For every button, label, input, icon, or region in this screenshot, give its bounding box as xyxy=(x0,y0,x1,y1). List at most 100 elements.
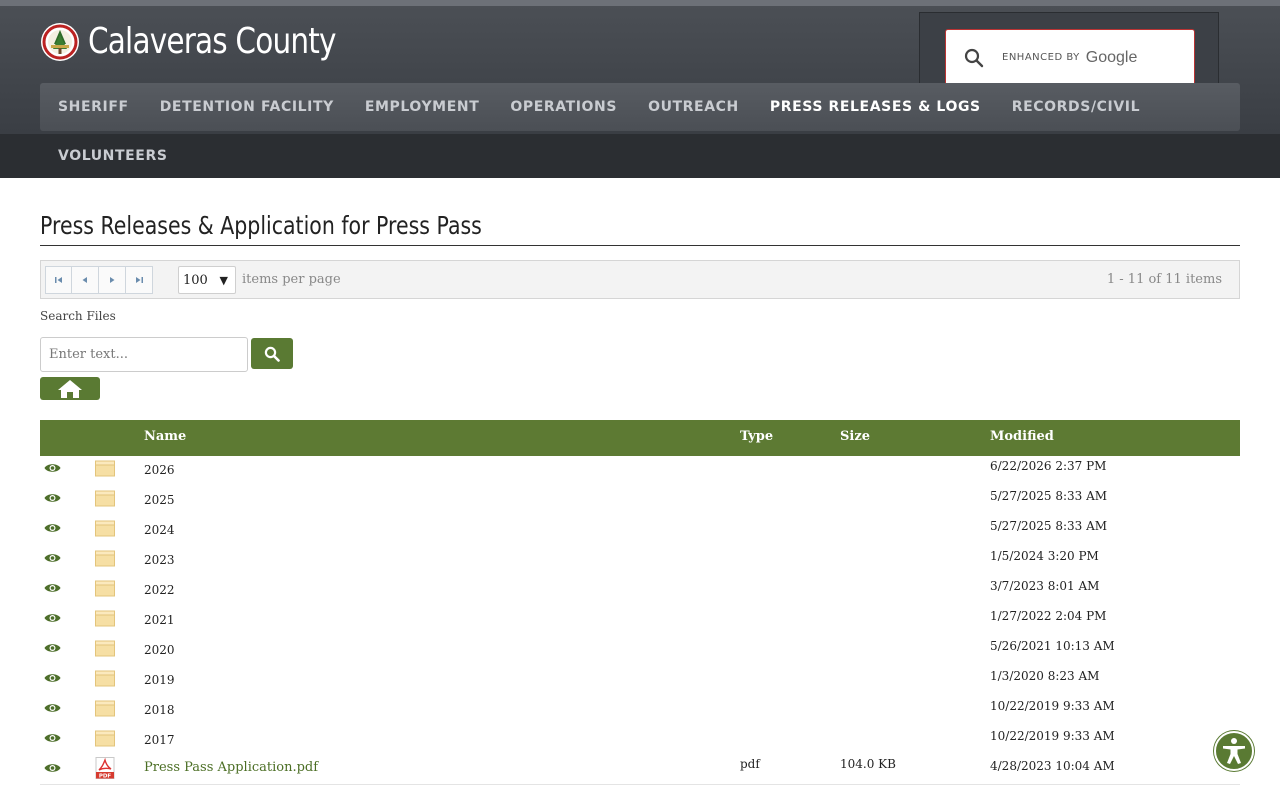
file-type-icon xyxy=(95,459,115,482)
eye-icon xyxy=(44,674,61,682)
nav-item-volunteers[interactable]: VOLUNTEERS xyxy=(58,148,168,164)
folder-icon xyxy=(95,550,115,567)
accessibility-button[interactable] xyxy=(1214,731,1254,771)
home-folder-button[interactable] xyxy=(40,377,100,400)
file-modified: 5/27/2025 8:33 AM xyxy=(990,519,1108,533)
file-name[interactable]: 2021 xyxy=(144,613,175,627)
last-page-icon xyxy=(136,277,143,283)
folder-icon xyxy=(95,730,115,747)
table-row[interactable]: 2024 5/27/2025 8:33 AM xyxy=(40,515,1240,545)
table-row[interactable]: 2022 3/7/2023 8:01 AM xyxy=(40,575,1240,605)
site-name: Calaveras County xyxy=(88,21,336,62)
view-button[interactable] xyxy=(44,701,61,719)
file-modified: 10/22/2019 9:33 AM xyxy=(990,729,1115,743)
view-button[interactable] xyxy=(44,641,61,659)
page-title-text: Press Releases & Application for Press P… xyxy=(40,211,482,240)
column-header-modified[interactable]: Modified xyxy=(990,429,1054,444)
view-button[interactable] xyxy=(44,731,61,749)
search-files-input[interactable] xyxy=(40,337,248,372)
file-modified: 1/5/2024 3:20 PM xyxy=(990,549,1099,563)
eye-icon xyxy=(44,614,61,622)
column-header-size[interactable]: Size xyxy=(840,429,870,444)
view-button[interactable] xyxy=(44,461,61,479)
file-modified: 6/22/2026 2:37 PM xyxy=(990,459,1107,473)
folder-icon xyxy=(95,490,115,507)
file-type-icon xyxy=(95,669,115,692)
table-row[interactable]: 2017 10/22/2019 9:33 AM xyxy=(40,725,1240,755)
eye-icon xyxy=(44,584,61,592)
last-page-button[interactable] xyxy=(126,266,153,294)
page-title: Press Releases & Application for Press P… xyxy=(40,208,1240,246)
file-name[interactable]: 2020 xyxy=(144,643,175,657)
nav-item-outreach[interactable]: OUTREACH xyxy=(648,99,739,115)
eye-icon xyxy=(44,464,61,472)
first-page-button[interactable] xyxy=(45,266,72,294)
google-search-container: enhanced by Google xyxy=(919,12,1219,85)
file-type-icon xyxy=(95,549,115,572)
svg-text:PDF: PDF xyxy=(99,774,112,780)
file-type-icon xyxy=(95,699,115,722)
file-modified: 5/26/2021 10:13 AM xyxy=(990,639,1115,653)
file-modified: 1/3/2020 8:23 AM xyxy=(990,669,1100,683)
view-button[interactable] xyxy=(44,581,61,599)
site-header: Calaveras County enhanced by Google SHER… xyxy=(0,0,1280,134)
file-name[interactable]: 2018 xyxy=(144,703,175,717)
nav-item-records-civil[interactable]: RECORDS/CIVIL xyxy=(1012,99,1140,115)
nav-item-sheriff[interactable]: SHERIFF xyxy=(58,99,129,115)
view-button[interactable] xyxy=(44,491,61,509)
file-modified: 5/27/2025 8:33 AM xyxy=(990,489,1108,503)
table-row[interactable]: 2021 1/27/2022 2:04 PM xyxy=(40,605,1240,635)
nav-item-operations[interactable]: OPERATIONS xyxy=(510,99,617,115)
nav-item-press-releases-logs[interactable]: PRESS RELEASES & LOGS xyxy=(770,99,981,115)
file-name[interactable]: 2022 xyxy=(144,583,175,597)
pdf-file-icon: PDF xyxy=(95,757,115,780)
file-modified: 4/28/2023 10:04 AM xyxy=(990,759,1115,773)
table-row[interactable]: PDF Press Pass Application.pdf pdf 104.0 KB… xyxy=(40,755,1240,785)
site-logo[interactable]: Calaveras County xyxy=(40,22,390,62)
folder-icon xyxy=(95,580,115,597)
table-row[interactable]: 2023 1/5/2024 3:20 PM xyxy=(40,545,1240,575)
next-page-button[interactable] xyxy=(99,266,126,294)
table-row[interactable]: 2018 10/22/2019 9:33 AM xyxy=(40,695,1240,725)
eye-icon xyxy=(44,554,61,562)
view-button[interactable] xyxy=(44,611,61,629)
table-row[interactable]: 2020 5/26/2021 10:13 AM xyxy=(40,635,1240,665)
table-row[interactable]: 2025 5/27/2025 8:33 AM xyxy=(40,485,1240,515)
table-row[interactable]: 2019 1/3/2020 8:23 AM xyxy=(40,665,1240,695)
search-icon xyxy=(264,346,280,362)
eye-icon xyxy=(44,524,61,532)
nav-item-employment[interactable]: EMPLOYMENT xyxy=(365,99,479,115)
next-page-icon xyxy=(110,277,115,283)
file-name[interactable]: 2026 xyxy=(144,463,175,477)
search-files-button[interactable] xyxy=(251,338,293,369)
items-per-page-value: 100 xyxy=(183,273,208,288)
file-name[interactable]: 2024 xyxy=(144,523,175,537)
view-button[interactable] xyxy=(44,521,61,539)
file-name[interactable]: 2019 xyxy=(144,673,175,687)
file-name[interactable]: 2023 xyxy=(144,553,175,567)
view-button[interactable] xyxy=(44,551,61,569)
file-type-icon xyxy=(95,579,115,602)
items-per-page-label: items per page xyxy=(242,272,341,287)
file-name[interactable]: 2025 xyxy=(144,493,175,507)
column-header-name[interactable]: Name xyxy=(144,429,186,444)
file-type-icon xyxy=(95,729,115,752)
folder-icon xyxy=(95,700,115,717)
enhanced-by-label: enhanced by xyxy=(1002,52,1080,63)
table-row[interactable]: 2026 6/22/2026 2:37 PM xyxy=(40,455,1240,485)
file-type-icon xyxy=(95,489,115,512)
column-header-type[interactable]: Type xyxy=(740,429,773,444)
accessibility-icon xyxy=(1223,738,1245,764)
prev-page-icon xyxy=(82,277,87,283)
prev-page-button[interactable] xyxy=(72,266,99,294)
view-button[interactable] xyxy=(44,761,61,779)
file-name[interactable]: 2017 xyxy=(144,733,175,747)
site-search-input[interactable]: enhanced by Google xyxy=(945,29,1195,85)
file-name[interactable]: Press Pass Application.pdf xyxy=(144,760,318,775)
file-size: 104.0 KB xyxy=(840,757,896,771)
view-button[interactable] xyxy=(44,671,61,689)
pager-buttons xyxy=(45,266,153,294)
nav-item-detention-facility[interactable]: DETENTION FACILITY xyxy=(160,99,334,115)
search-icon xyxy=(964,48,984,67)
items-per-page-select[interactable]: 100 ▼ xyxy=(178,266,236,294)
